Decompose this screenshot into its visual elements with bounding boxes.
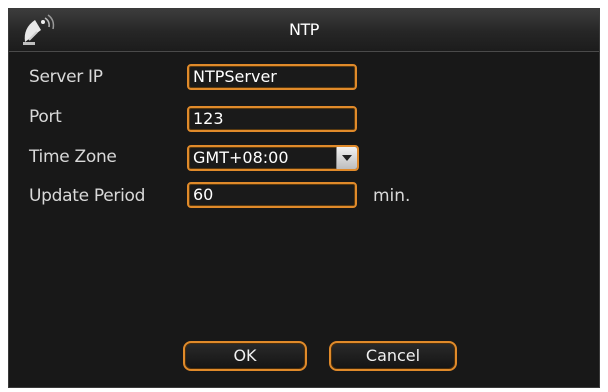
server-ip-label: Server IP (29, 67, 103, 87)
time-zone-value: GMT+08:00 (193, 148, 289, 167)
ok-button[interactable]: OK (183, 341, 307, 371)
port-label: Port (29, 107, 62, 127)
time-zone-label: Time Zone (29, 147, 117, 167)
chevron-down-icon[interactable] (336, 147, 357, 169)
update-period-unit: min. (373, 186, 411, 206)
dialog-title: NTP (289, 20, 319, 39)
ntp-dialog: NTP Server IP NTPServer Port 123 Time Zo… (8, 8, 600, 388)
time-zone-select[interactable]: GMT+08:00 (187, 145, 359, 171)
title-bar: NTP (9, 9, 599, 52)
cancel-button[interactable]: Cancel (329, 341, 457, 371)
update-period-label: Update Period (29, 186, 146, 206)
server-ip-input[interactable]: NTPServer (187, 64, 357, 90)
port-input[interactable]: 123 (187, 106, 357, 132)
update-period-input[interactable]: 60 (187, 182, 357, 208)
